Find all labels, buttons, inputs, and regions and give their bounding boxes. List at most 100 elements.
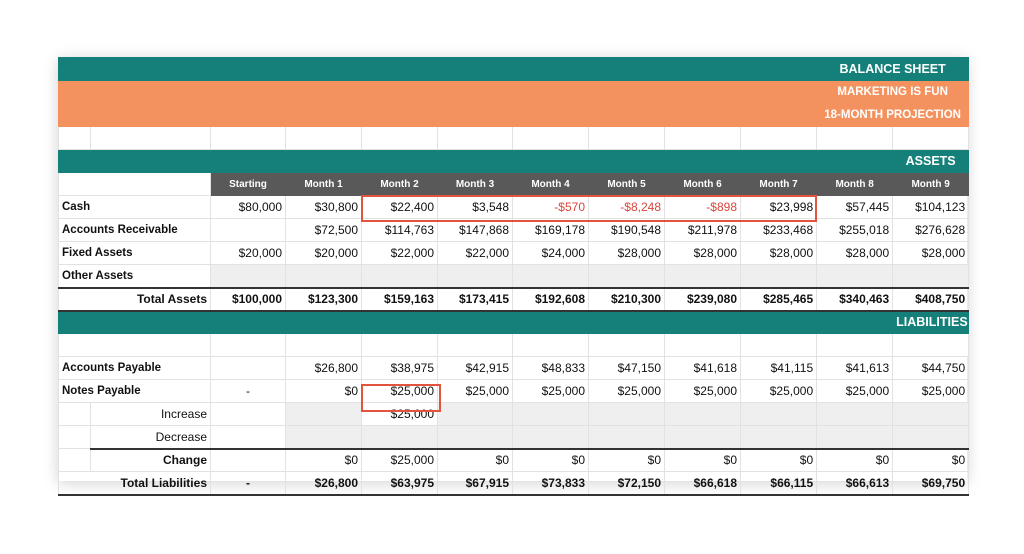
cell-total[interactable]: $73,833	[512, 471, 589, 496]
col-header-month-7[interactable]: Month 7	[739, 172, 818, 196]
row-label-other-assets[interactable]: Other Assets	[58, 264, 211, 288]
cell[interactable]	[437, 402, 513, 426]
cell[interactable]: $47,150	[588, 356, 665, 380]
cell[interactable]	[512, 425, 589, 449]
cell[interactable]: $25,000	[664, 379, 741, 403]
cell-total[interactable]: $63,975	[361, 471, 438, 496]
cell[interactable]: $233,468	[739, 218, 818, 242]
cell-negative[interactable]: -$570	[512, 195, 589, 219]
cell-total[interactable]: -	[210, 471, 286, 496]
cell[interactable]	[285, 425, 362, 449]
cell[interactable]	[588, 425, 665, 449]
cell[interactable]	[210, 356, 286, 380]
cell[interactable]	[437, 425, 513, 449]
cell[interactable]	[210, 264, 286, 288]
cell[interactable]	[739, 264, 818, 288]
row-label-accounts-receivable[interactable]: Accounts Receivable	[58, 218, 211, 242]
col-header-month-2[interactable]: Month 2	[361, 172, 438, 196]
cell[interactable]: $48,833	[512, 356, 589, 380]
cell-total[interactable]: $26,800	[285, 471, 362, 496]
cell[interactable]: $0	[739, 447, 818, 472]
cell[interactable]: $23,998	[739, 195, 818, 219]
cell-total[interactable]: $173,415	[437, 286, 513, 312]
cell[interactable]	[210, 402, 286, 426]
cell[interactable]: $3,548	[437, 195, 513, 219]
cell-total[interactable]: $72,150	[588, 471, 665, 496]
cell[interactable]: $0	[285, 447, 362, 472]
cell[interactable]: $255,018	[816, 218, 894, 242]
cell[interactable]: $28,000	[816, 241, 894, 265]
cell-total[interactable]: $66,618	[664, 471, 741, 496]
cell[interactable]: $0	[892, 447, 970, 472]
cell[interactable]: $25,000	[892, 379, 970, 403]
cell[interactable]: $42,915	[437, 356, 513, 380]
row-label-fixed-assets[interactable]: Fixed Assets	[58, 241, 211, 265]
cell-total[interactable]: $66,115	[739, 471, 818, 496]
col-header-month-9[interactable]: Month 9	[892, 172, 970, 196]
cell[interactable]: $20,000	[210, 241, 286, 265]
cell-total[interactable]: $340,463	[816, 286, 894, 312]
cell[interactable]: $25,000	[512, 379, 589, 403]
cell[interactable]: $44,750	[892, 356, 970, 380]
cell[interactable]: $0	[437, 447, 513, 472]
row-label-notes-payable[interactable]: Notes Payable	[58, 379, 211, 403]
cell[interactable]: $25,000	[816, 379, 894, 403]
cell[interactable]	[664, 402, 741, 426]
cell[interactable]	[892, 264, 970, 288]
cell[interactable]	[664, 425, 741, 449]
cell[interactable]: $28,000	[588, 241, 665, 265]
cell-total[interactable]: $210,300	[588, 286, 665, 312]
cell[interactable]	[816, 425, 894, 449]
cell-total[interactable]: $66,613	[816, 471, 894, 496]
cell[interactable]: $28,000	[664, 241, 741, 265]
col-header-month-3[interactable]: Month 3	[437, 172, 513, 196]
cell[interactable]: $190,548	[588, 218, 665, 242]
col-header-month-1[interactable]: Month 1	[285, 172, 362, 196]
cell[interactable]: $0	[512, 447, 589, 472]
row-label-cash[interactable]: Cash	[58, 195, 211, 219]
cell[interactable]	[210, 218, 286, 242]
cell[interactable]: $169,178	[512, 218, 589, 242]
cell[interactable]: $25,000	[361, 379, 438, 403]
cell[interactable]: $20,000	[285, 241, 362, 265]
cell-negative[interactable]: -$898	[664, 195, 741, 219]
cell[interactable]	[739, 402, 818, 426]
cell[interactable]: $25,000	[739, 379, 818, 403]
cell[interactable]	[361, 264, 438, 288]
cell-total[interactable]: $67,915	[437, 471, 513, 496]
cell[interactable]	[816, 402, 894, 426]
col-header-month-6[interactable]: Month 6	[664, 172, 741, 196]
cell[interactable]: $41,618	[664, 356, 741, 380]
cell[interactable]: $25,000	[361, 447, 438, 472]
cell[interactable]	[588, 402, 665, 426]
cell-total[interactable]: $100,000	[210, 286, 286, 312]
cell[interactable]: $114,763	[361, 218, 438, 242]
cell[interactable]: $24,000	[512, 241, 589, 265]
cell[interactable]: $0	[285, 379, 362, 403]
cell[interactable]	[588, 264, 665, 288]
cell[interactable]	[739, 425, 818, 449]
cell[interactable]: $147,868	[437, 218, 513, 242]
col-header-month-5[interactable]: Month 5	[588, 172, 665, 196]
cell[interactable]	[437, 264, 513, 288]
cell[interactable]: $80,000	[210, 195, 286, 219]
cell[interactable]: $57,445	[816, 195, 894, 219]
cell[interactable]: $22,400	[361, 195, 438, 219]
cell[interactable]	[285, 402, 362, 426]
cell[interactable]: -	[210, 379, 286, 403]
cell[interactable]: $41,613	[816, 356, 894, 380]
cell[interactable]	[892, 402, 970, 426]
cell[interactable]: $41,115	[739, 356, 818, 380]
cell[interactable]: $0	[816, 447, 894, 472]
row-label-decrease[interactable]: Decrease	[90, 425, 211, 449]
cell[interactable]: $28,000	[892, 241, 970, 265]
cell-total[interactable]: $239,080	[664, 286, 741, 312]
cell[interactable]: $22,000	[361, 241, 438, 265]
cell[interactable]: $30,800	[285, 195, 362, 219]
cell-total[interactable]: $69,750	[892, 471, 970, 496]
cell[interactable]	[285, 264, 362, 288]
cell[interactable]	[361, 425, 438, 449]
cell[interactable]	[210, 447, 286, 472]
cell[interactable]: $0	[588, 447, 665, 472]
cell[interactable]: $22,000	[437, 241, 513, 265]
